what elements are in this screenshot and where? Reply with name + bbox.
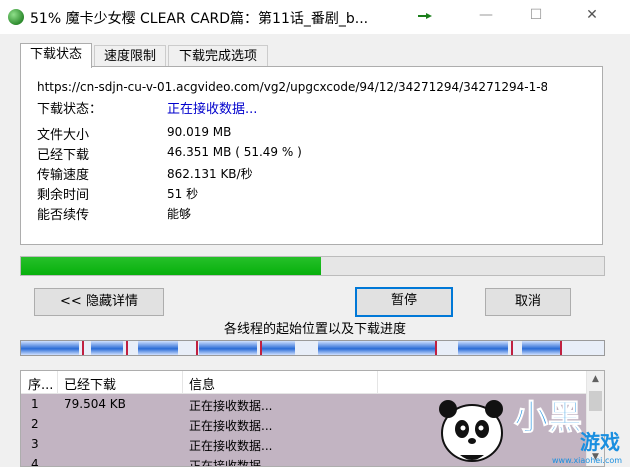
watermark-logo: 小黑 游戏 www.xiaohei.com [439,398,623,466]
thread-segment [137,341,179,355]
pause-button[interactable]: 暂停 [355,287,453,317]
thread-segment [198,341,258,355]
minimize-button[interactable]: — [466,4,506,28]
thread-segment [318,341,435,355]
column-divider[interactable] [182,371,183,393]
resume-label: 能否续传 [37,208,90,223]
thread-start-marker [434,341,437,355]
progress-fill [21,257,322,275]
row-index: 4 [31,457,39,467]
status-label: 下载状态： [37,102,103,117]
app-icon [8,9,24,25]
row-index: 1 [31,397,39,411]
threads-label: 各线程的起始位置以及下载进度 [223,322,406,337]
thread-start-marker [82,341,85,355]
arrow-icon [418,13,432,19]
download-progress-bar [20,256,605,276]
thread-start-marker [510,341,513,355]
tab-complete-options[interactable]: 下载完成选项 [168,45,268,67]
row-info: 正在接收数据... [189,419,273,433]
thread-segment [260,341,295,355]
window-title: 51% 魔卡少女樱 CLEAR CARD篇：第11话_番剧_b... [30,11,369,27]
speed-label: 传输速度 [37,168,90,183]
svg-text:www.xiaohei.com: www.xiaohei.com [552,456,622,465]
row-info: 正在接收数据... [189,399,273,413]
thread-segment [458,341,508,355]
title-bar: 51% 魔卡少女樱 CLEAR CARD篇：第11话_番剧_b... — ☐ ✕ [0,0,630,34]
file-size-label: 文件大小 [37,128,90,143]
cancel-button[interactable]: 取消 [485,288,571,316]
thread-progress-bar [20,340,605,356]
tab-download-status[interactable]: 下载状态 [20,43,92,68]
thread-start-marker [560,341,563,355]
status-value: 正在接收数据... [167,102,258,117]
thread-segment [21,341,80,355]
downloaded-value: 46.351 MB ( 51.49 % ) [167,145,302,159]
time-left-value: 51 秒 [167,187,199,201]
column-index[interactable]: 序... [28,374,53,393]
panda-icon [439,400,503,462]
column-downloaded[interactable]: 已经下载 [64,374,116,393]
brand-lettering: 小黑 游戏 www.xiaohei.com [514,398,623,466]
maximize-button[interactable]: ☐ [516,4,556,28]
tab-speed-limit[interactable]: 速度限制 [94,45,166,67]
hide-details-button[interactable]: << 隐藏详情 [34,288,164,316]
download-url: https://cn-sdjn-cu-v-01.acgvideo.com/vg2… [37,80,547,94]
status-panel: https://cn-sdjn-cu-v-01.acgvideo.com/vg2… [20,66,603,245]
close-button[interactable]: ✕ [572,4,612,28]
file-size-value: 90.019 MB [167,125,232,139]
row-index: 3 [31,437,39,451]
resume-value: 能够 [167,207,192,221]
thread-segment [522,341,561,355]
thread-start-marker [125,341,128,355]
column-info[interactable]: 信息 [189,374,215,393]
row-index: 2 [31,417,39,431]
time-left-label: 剩余时间 [37,188,90,203]
svg-text:小黑: 小黑 [514,398,582,438]
row-info: 正在接收数据... [189,439,273,453]
svg-text:游戏: 游戏 [580,430,620,454]
thread-start-marker [260,341,263,355]
column-divider[interactable] [377,371,378,393]
thread-segment [90,341,124,355]
column-divider[interactable] [57,371,58,393]
thread-start-marker [195,341,198,355]
speed-value: 862.131 KB/秒 [167,167,253,181]
downloaded-label: 已经下载 [37,148,90,163]
row-info: 正在接收数据... [189,459,273,467]
row-downloaded: 79.504 KB [64,397,126,411]
